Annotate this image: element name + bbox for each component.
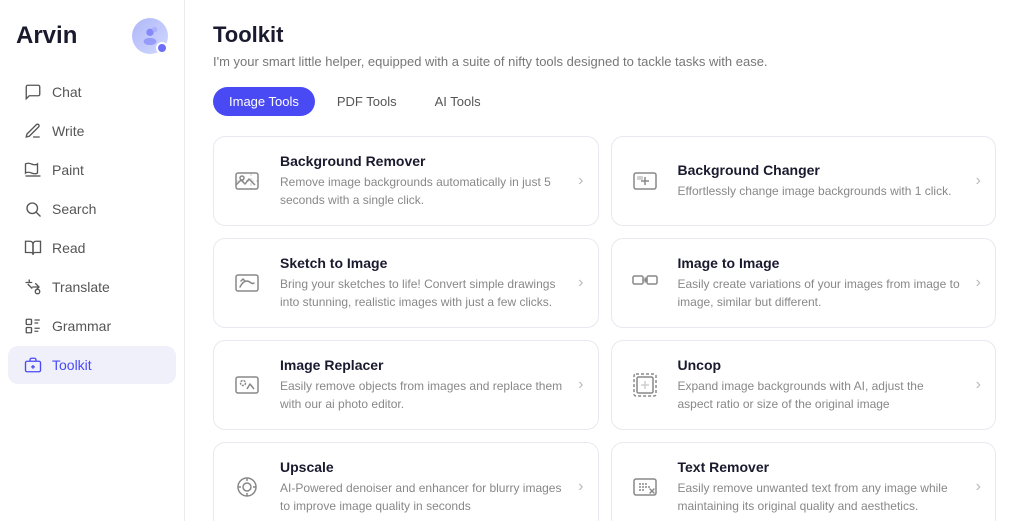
uncop-icon [626, 366, 664, 404]
sidebar-item-translate[interactable]: Translate [8, 268, 176, 306]
arrow-icon: › [976, 478, 981, 496]
arrow-icon: › [578, 376, 583, 394]
tool-desc: Bring your sketches to life! Convert sim… [280, 275, 564, 311]
sidebar-item-label: Translate [52, 279, 110, 295]
tool-desc: Remove image backgrounds automatically i… [280, 173, 564, 209]
tool-desc: AI-Powered denoiser and enhancer for blu… [280, 479, 564, 515]
tool-card-text-remover[interactable]: Text Remover Easily remove unwanted text… [611, 442, 997, 521]
sidebar-item-write[interactable]: Write [8, 112, 176, 150]
tool-name: Uncop [678, 357, 962, 373]
image-replacer-icon [228, 366, 266, 404]
sketch-to-image-icon [228, 264, 266, 302]
search-icon [24, 200, 42, 218]
tab-pdf-tools[interactable]: PDF Tools [321, 87, 413, 116]
image-to-image-icon [626, 264, 664, 302]
tool-info: Background Changer Effortlessly change i… [678, 162, 962, 200]
chat-icon [24, 83, 42, 101]
sidebar-item-label: Search [52, 201, 96, 217]
tool-info: Sketch to Image Bring your sketches to l… [280, 255, 564, 311]
tool-name: Background Changer [678, 162, 962, 178]
grammar-icon [24, 317, 42, 335]
arrow-icon: › [976, 376, 981, 394]
sidebar-item-search[interactable]: Search [8, 190, 176, 228]
sidebar-item-label: Paint [52, 162, 84, 178]
sidebar-item-grammar[interactable]: Grammar [8, 307, 176, 345]
translate-icon [24, 278, 42, 296]
sidebar-item-label: Read [52, 240, 85, 256]
tool-card-background-remover[interactable]: Background Remover Remove image backgrou… [213, 136, 599, 226]
tab-image-tools[interactable]: Image Tools [213, 87, 315, 116]
tabs-bar: Image Tools PDF Tools AI Tools [213, 87, 996, 116]
tool-card-uncop[interactable]: Uncop Expand image backgrounds with AI, … [611, 340, 997, 430]
write-icon [24, 122, 42, 140]
tool-name: Text Remover [678, 459, 962, 475]
paint-icon [24, 161, 42, 179]
read-icon [24, 239, 42, 257]
sidebar-item-label: Write [52, 123, 84, 139]
sidebar-item-read[interactable]: Read [8, 229, 176, 267]
tool-desc: Easily remove unwanted text from any ima… [678, 479, 962, 515]
tool-card-background-changer[interactable]: Background Changer Effortlessly change i… [611, 136, 997, 226]
tool-card-image-replacer[interactable]: Image Replacer Easily remove objects fro… [213, 340, 599, 430]
tool-desc: Effortlessly change image backgrounds wi… [678, 182, 962, 200]
tool-info: Image Replacer Easily remove objects fro… [280, 357, 564, 413]
tab-ai-tools[interactable]: AI Tools [419, 87, 497, 116]
arrow-icon: › [578, 172, 583, 190]
tool-card-sketch-to-image[interactable]: Sketch to Image Bring your sketches to l… [213, 238, 599, 328]
tool-info: Background Remover Remove image backgrou… [280, 153, 564, 209]
app-title: Arvin [16, 22, 77, 50]
text-remover-icon [626, 468, 664, 506]
background-changer-icon [626, 162, 664, 200]
sidebar-item-label: Grammar [52, 318, 111, 334]
arrow-icon: › [976, 172, 981, 190]
tool-desc: Easily create variations of your images … [678, 275, 962, 311]
arrow-icon: › [976, 274, 981, 292]
tool-name: Image to Image [678, 255, 962, 271]
tool-name: Upscale [280, 459, 564, 475]
upscale-icon [228, 468, 266, 506]
nav-list: Chat Write Paint Search [0, 72, 184, 385]
sidebar: Arvin Chat Write [0, 0, 185, 521]
tool-name: Image Replacer [280, 357, 564, 373]
tool-name: Sketch to Image [280, 255, 564, 271]
tool-info: Image to Image Easily create variations … [678, 255, 962, 311]
page-title: Toolkit [213, 22, 996, 48]
tool-card-upscale[interactable]: Upscale AI-Powered denoiser and enhancer… [213, 442, 599, 521]
avatar-badge [156, 42, 168, 54]
page-subtitle: I'm your smart little helper, equipped w… [213, 54, 996, 69]
tools-grid: Background Remover Remove image backgrou… [213, 136, 996, 521]
tool-info: Text Remover Easily remove unwanted text… [678, 459, 962, 515]
tool-card-image-to-image[interactable]: Image to Image Easily create variations … [611, 238, 997, 328]
arrow-icon: › [578, 274, 583, 292]
main-content: Toolkit I'm your smart little helper, eq… [185, 0, 1024, 521]
toolkit-icon [24, 356, 42, 374]
tool-desc: Expand image backgrounds with AI, adjust… [678, 377, 962, 413]
sidebar-item-label: Toolkit [52, 357, 92, 373]
sidebar-item-paint[interactable]: Paint [8, 151, 176, 189]
tool-info: Uncop Expand image backgrounds with AI, … [678, 357, 962, 413]
avatar[interactable] [132, 18, 168, 54]
sidebar-item-toolkit[interactable]: Toolkit [8, 346, 176, 384]
arrow-icon: › [578, 478, 583, 496]
tool-info: Upscale AI-Powered denoiser and enhancer… [280, 459, 564, 515]
sidebar-logo: Arvin [0, 18, 184, 72]
sidebar-item-chat[interactable]: Chat [8, 73, 176, 111]
tool-desc: Easily remove objects from images and re… [280, 377, 564, 413]
tool-name: Background Remover [280, 153, 564, 169]
sidebar-item-label: Chat [52, 84, 82, 100]
background-remover-icon [228, 162, 266, 200]
